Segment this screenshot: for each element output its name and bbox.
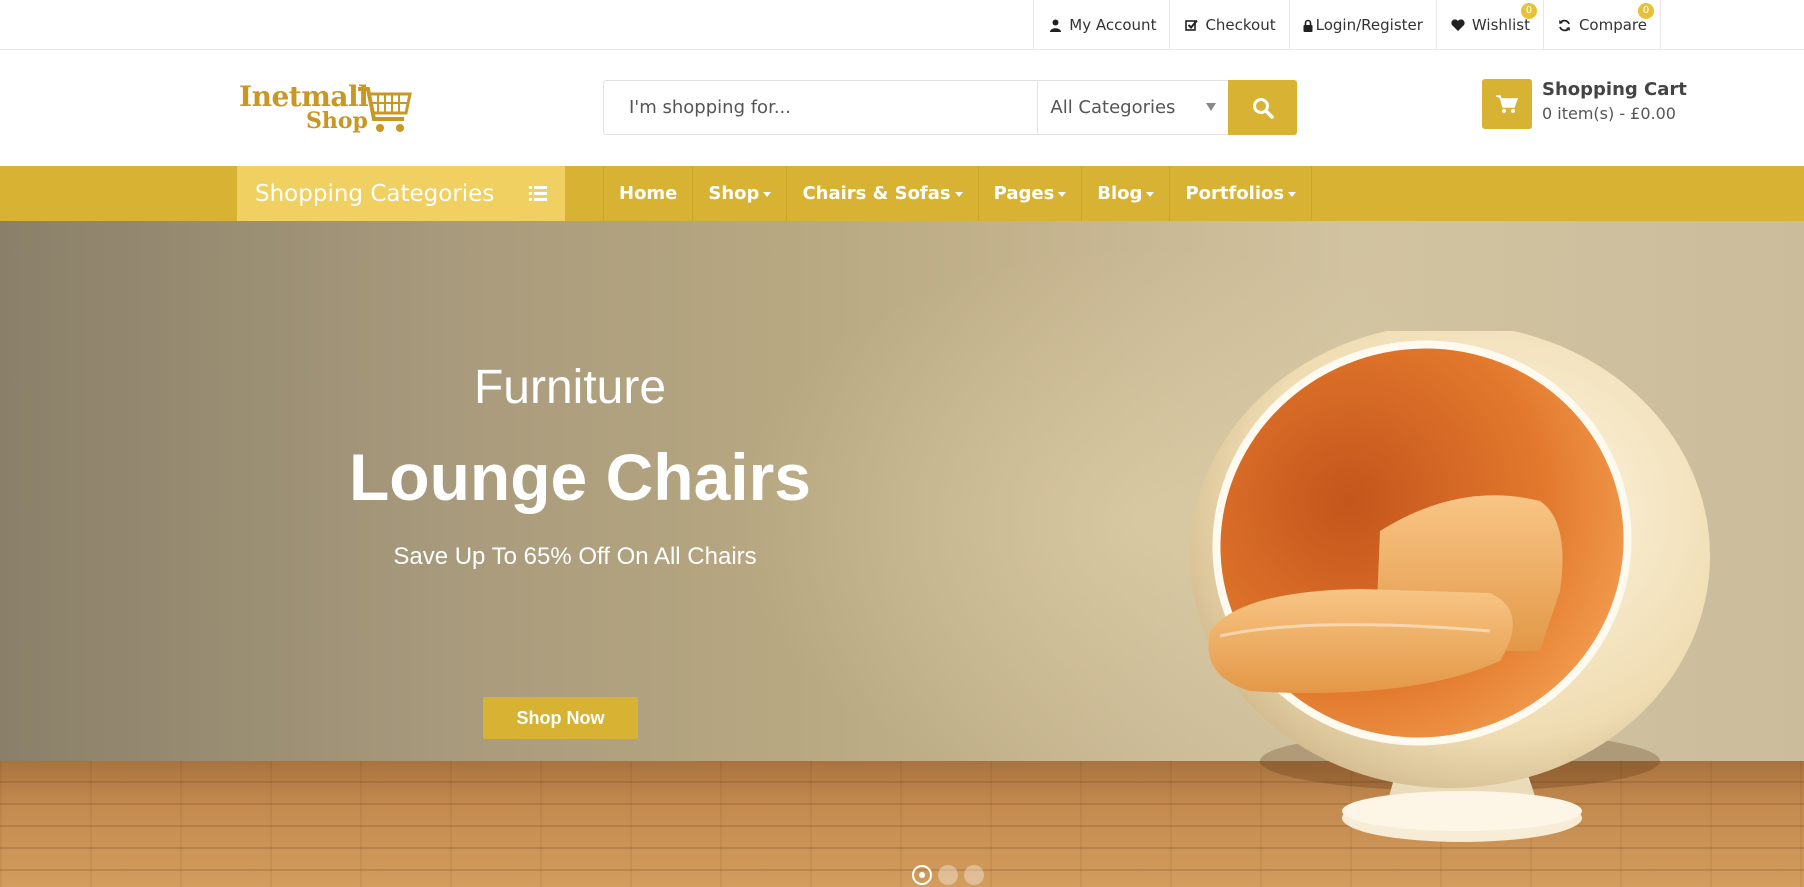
search-icon — [1252, 97, 1274, 119]
cart-icon-box — [1482, 79, 1532, 129]
store-logo[interactable]: Inetmall Shop — [238, 80, 418, 140]
login-register-label: Login/Register — [1315, 16, 1423, 34]
checkout-link[interactable]: Checkout — [1170, 0, 1290, 50]
top-bar: My Account Checkout Login/Register Wishl… — [0, 0, 1804, 50]
account-links: My Account Checkout Login/Register Wishl… — [1033, 0, 1661, 50]
slide-dot-3[interactable] — [964, 865, 984, 885]
list-icon — [529, 186, 547, 201]
menu-item-home[interactable]: Home — [604, 166, 694, 221]
caret-down-icon — [954, 192, 963, 197]
user-icon — [1047, 17, 1063, 33]
category-select[interactable]: All Categories — [1037, 81, 1228, 134]
shop-now-button[interactable]: Shop Now — [483, 697, 638, 739]
slide-dot-2[interactable] — [938, 865, 958, 885]
compare-label: Compare — [1578, 16, 1647, 34]
shopping-categories-toggle[interactable]: Shopping Categories — [237, 166, 565, 221]
my-account-link[interactable]: My Account — [1034, 0, 1171, 50]
search-bar: All Categories — [603, 80, 1297, 135]
my-account-label: My Account — [1069, 16, 1157, 34]
menu-item-chairs-sofas[interactable]: Chairs & Sofas — [787, 166, 979, 221]
shopping-cart[interactable]: Shopping Cart 0 item(s) - £0.00 — [1482, 79, 1687, 129]
cart-summary: 0 item(s) - £0.00 — [1542, 104, 1676, 123]
egg-chair-image — [1190, 331, 1710, 842]
caret-down-icon — [763, 192, 772, 197]
caret-down-icon — [1146, 192, 1155, 197]
menu-home-label: Home — [619, 183, 678, 204]
heart-icon — [1450, 17, 1466, 33]
main-nav: Shopping Categories Home Shop Chairs & S… — [0, 166, 1804, 221]
category-select-value: All Categories — [1050, 97, 1176, 118]
compare-link[interactable]: Compare 0 — [1544, 0, 1661, 50]
caret-down-icon — [1058, 192, 1067, 197]
cart-icon — [1496, 95, 1518, 113]
menu-blog-label: Blog — [1097, 183, 1143, 204]
wishlist-link[interactable]: Wishlist 0 — [1437, 0, 1544, 50]
slider-pagination — [912, 865, 984, 885]
main-menu: Home Shop Chairs & Sofas Pages Blog Port… — [603, 166, 1313, 221]
hero-headline: Lounge Chairs — [348, 440, 812, 514]
shopping-categories-label: Shopping Categories — [255, 180, 495, 207]
site-header: Inetmall Shop All Categories Shopping Ca… — [0, 50, 1804, 166]
hero-kicker: Furniture — [473, 361, 667, 414]
logo-cart-icon — [358, 87, 412, 132]
menu-item-portfolios[interactable]: Portfolios — [1170, 166, 1313, 221]
compare-count-badge: 0 — [1638, 3, 1654, 19]
menu-pages-label: Pages — [993, 183, 1055, 204]
hero-subline: Save Up To 65% Off On All Chairs — [393, 543, 757, 570]
search-button[interactable] — [1228, 80, 1297, 135]
search-input[interactable] — [604, 81, 1038, 134]
hero-slider: Furniture Lounge Chairs Save Up To 65% O… — [0, 221, 1804, 887]
cart-title: Shopping Cart — [1542, 79, 1687, 100]
wishlist-label: Wishlist — [1471, 16, 1530, 34]
caret-down-icon — [1206, 103, 1217, 111]
menu-item-blog[interactable]: Blog — [1082, 166, 1171, 221]
check-square-icon — [1183, 17, 1199, 33]
menu-item-pages[interactable]: Pages — [979, 166, 1083, 221]
menu-item-shop[interactable]: Shop — [693, 166, 788, 221]
lock-icon — [1303, 17, 1313, 33]
menu-portfolios-label: Portfolios — [1185, 183, 1285, 204]
checkout-label: Checkout — [1205, 16, 1276, 34]
wishlist-count-badge: 0 — [1520, 3, 1537, 19]
slide-dot-1[interactable] — [912, 865, 932, 885]
menu-shop-label: Shop — [708, 183, 760, 204]
refresh-icon — [1557, 17, 1573, 33]
login-register-link[interactable]: Login/Register — [1290, 0, 1437, 50]
caret-down-icon — [1288, 192, 1297, 197]
menu-chairs-sofas-label: Chairs & Sofas — [802, 183, 951, 204]
